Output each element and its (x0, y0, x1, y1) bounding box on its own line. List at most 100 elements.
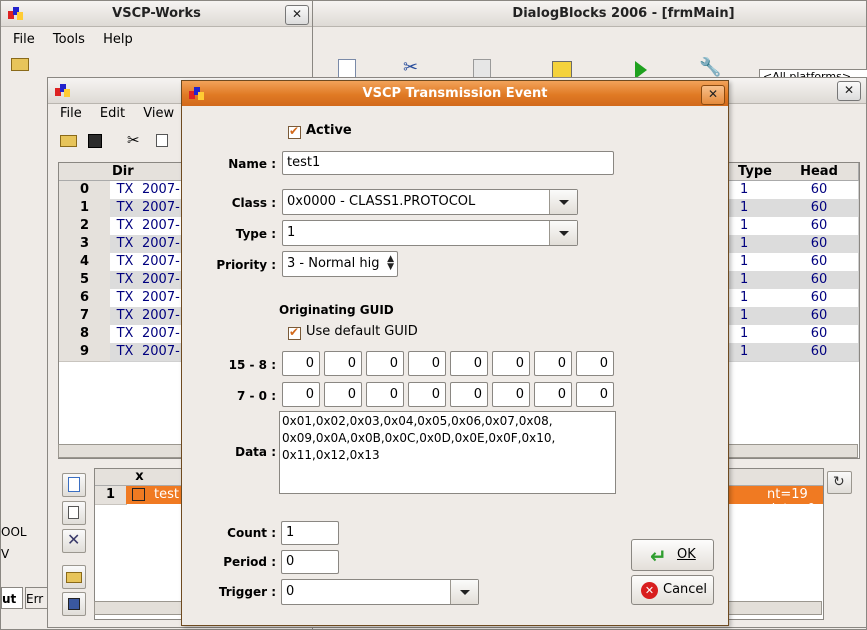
cell-head[interactable]: 60 (780, 253, 859, 272)
bottom-tab-errors[interactable]: Err (25, 587, 49, 609)
guid-byte-field[interactable]: 0 (408, 382, 446, 407)
dialog-close-icon[interactable]: ✕ (701, 85, 725, 105)
copy-icon[interactable] (156, 134, 168, 147)
active-checkbox[interactable] (288, 124, 301, 139)
guid-byte-field[interactable]: 0 (366, 351, 404, 376)
cut-icon[interactable]: ✂ (127, 131, 140, 149)
data-field[interactable]: 0x01,0x02,0x03,0x04,0x05,0x06,0x07,0x08,… (279, 411, 616, 494)
cell-head[interactable]: 60 (780, 325, 859, 344)
chevron-down-icon[interactable] (549, 190, 577, 214)
cancel-button[interactable]: ✕ Cancel (631, 575, 714, 605)
tx-row-header: 1 (95, 486, 127, 505)
guid-byte-field[interactable]: 0 (576, 382, 614, 407)
priority-select[interactable]: 3 - Normal hig ▲ ▼ (282, 251, 398, 277)
guid-byte-field[interactable]: 0 (324, 382, 362, 407)
default-guid-label: Use default GUID (306, 324, 418, 339)
type-combo[interactable]: 1 (282, 220, 578, 246)
ok-button[interactable]: ↵ OK (631, 539, 714, 571)
row-header: 0 (59, 181, 111, 200)
cell-dir[interactable]: TX (110, 181, 141, 200)
send-tx-button[interactable]: ↻ (827, 471, 852, 494)
menu-help[interactable]: Help (103, 32, 133, 47)
open-folder-icon[interactable] (11, 58, 29, 71)
col-head-header[interactable]: Head (780, 163, 859, 181)
cell-head[interactable]: 60 (780, 217, 859, 236)
type-label: Type : (235, 227, 276, 241)
cell-head[interactable]: 60 (780, 307, 859, 326)
tx-row-checkbox[interactable] (132, 488, 145, 501)
menu-tools[interactable]: Tools (53, 32, 85, 47)
default-guid-checkbox[interactable] (288, 325, 301, 340)
session-close-icon[interactable]: ✕ (837, 81, 861, 101)
app-icon (189, 87, 205, 101)
paste-icon[interactable] (473, 59, 491, 79)
tx-x-header: x (126, 469, 154, 486)
trigger-combo[interactable]: 0 (281, 579, 479, 605)
class-label: Class : (231, 196, 276, 210)
guid-byte-field[interactable]: 0 (576, 351, 614, 376)
guid-byte-field[interactable]: 0 (492, 351, 530, 376)
open-folder-icon (66, 572, 82, 583)
guid-byte-field[interactable]: 0 (450, 382, 488, 407)
bottom-tab-output[interactable]: ut (1, 587, 23, 609)
close-icon[interactable]: ✕ (285, 5, 309, 25)
cell-head[interactable]: 60 (780, 343, 859, 362)
menu-edit[interactable]: Edit (100, 106, 125, 121)
menu-view[interactable]: View (143, 106, 174, 121)
cell-dir[interactable]: TX (110, 325, 141, 344)
row-header: 7 (59, 307, 111, 326)
cell-head[interactable]: 60 (780, 271, 859, 290)
delete-tx-button[interactable]: ✕ (62, 529, 86, 553)
save-icon[interactable] (88, 134, 102, 148)
save-tx-button[interactable] (62, 592, 86, 616)
cell-head[interactable]: 60 (780, 235, 859, 254)
cell-head[interactable]: 60 (780, 199, 859, 218)
dialogblocks-title: DialogBlocks 2006 - [frmMain] (301, 1, 866, 27)
wrench-icon[interactable]: 🔧 (699, 57, 721, 78)
guid-byte-field[interactable]: 0 (450, 351, 488, 376)
name-field[interactable]: test1 (282, 151, 614, 175)
add-tx-button[interactable] (62, 473, 86, 497)
menu-file[interactable]: File (60, 106, 82, 121)
cell-head[interactable]: 60 (780, 289, 859, 308)
guid-byte-field[interactable]: 0 (324, 351, 362, 376)
cell-dir[interactable]: TX (110, 307, 141, 326)
new-file-icon[interactable] (338, 59, 356, 79)
load-tx-button[interactable] (62, 565, 86, 589)
period-field[interactable]: 0 (281, 550, 339, 574)
class-combo[interactable]: 0x0000 - CLASS1.PROTOCOL (282, 189, 578, 215)
col-dir-header[interactable]: Dir (110, 163, 143, 181)
guid-byte-field[interactable]: 0 (492, 382, 530, 407)
menu-file[interactable]: File (13, 32, 35, 47)
ok-label: OK (677, 547, 696, 562)
cell-dir[interactable]: TX (110, 343, 141, 362)
guid-byte-field[interactable]: 0 (282, 382, 320, 407)
col-type-header[interactable]: Type (730, 163, 781, 181)
chevron-down-icon[interactable] (549, 221, 577, 245)
cell-head[interactable]: 60 (780, 181, 859, 200)
cell-dir[interactable]: TX (110, 271, 141, 290)
row-header: 2 (59, 217, 111, 236)
save-icon (68, 598, 80, 610)
open-folder-icon[interactable] (60, 135, 77, 147)
guid-byte-field[interactable]: 0 (534, 382, 572, 407)
guid-byte-field[interactable]: 0 (282, 351, 320, 376)
cell-dir[interactable]: TX (110, 199, 141, 218)
spin-icon[interactable]: ▲ ▼ (387, 255, 394, 272)
transmission-event-dialog: VSCP Transmission Event ✕ Active Name : … (181, 80, 729, 626)
chevron-down-icon[interactable] (450, 580, 478, 604)
guid-byte-field[interactable]: 0 (534, 351, 572, 376)
cell-dir[interactable]: TX (110, 217, 141, 236)
dialog-titlebar: VSCP Transmission Event (182, 81, 728, 106)
tx-row-name: test (154, 487, 179, 502)
cell-dir[interactable]: TX (110, 235, 141, 254)
cell-dir[interactable]: TX (110, 253, 141, 272)
guid-byte-field[interactable]: 0 (408, 351, 446, 376)
guid-byte-field[interactable]: 0 (366, 382, 404, 407)
count-field[interactable]: 1 (281, 521, 339, 545)
cell-dir[interactable]: TX (110, 289, 141, 308)
copy-icon (68, 506, 79, 519)
data-line-2: 0x09,0x0A,0x0B,0x0C,0x0D,0x0E,0x0F,0x10, (282, 431, 556, 445)
copy-tx-button[interactable] (62, 501, 86, 525)
cut-icon[interactable]: ✂ (403, 57, 418, 78)
